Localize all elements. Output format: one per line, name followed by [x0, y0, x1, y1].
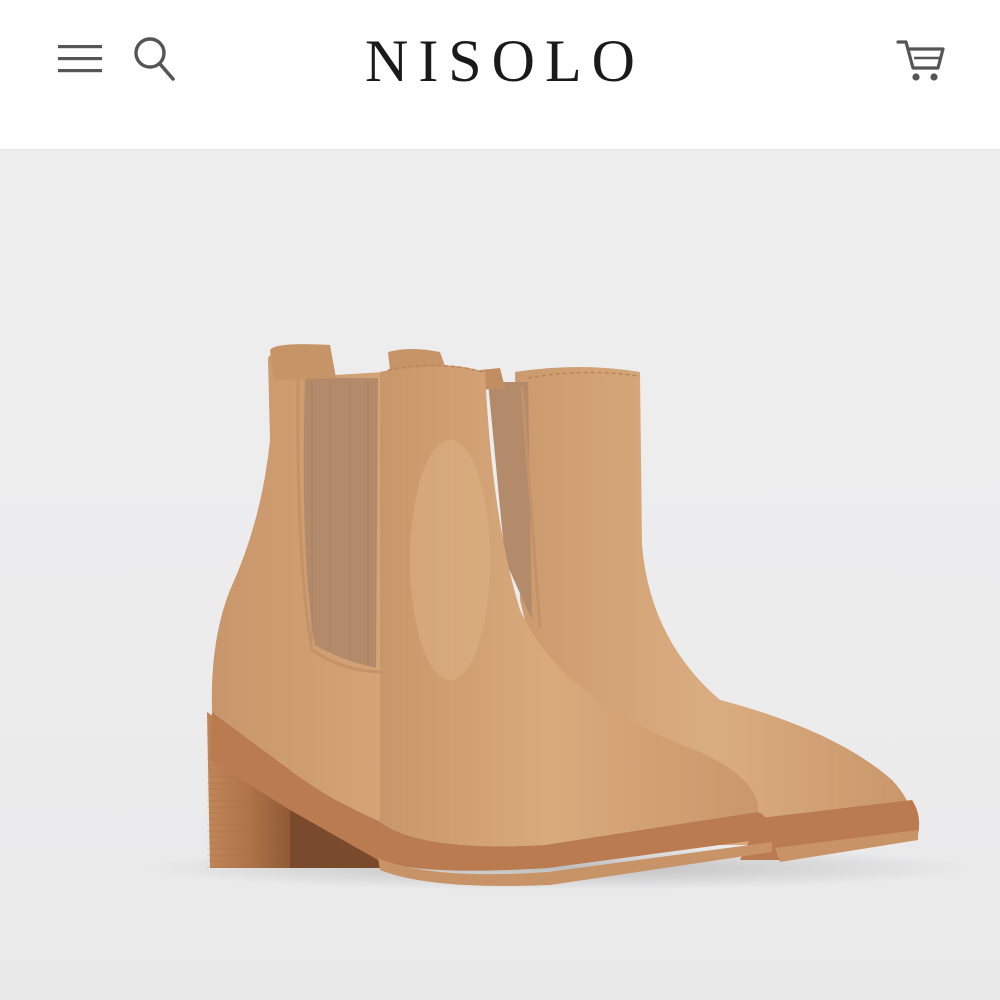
cart-button[interactable]	[890, 32, 952, 88]
brand-logo[interactable]: NISOLO	[0, 26, 1000, 96]
product-hero	[0, 150, 1000, 1000]
site-header: NISOLO	[0, 0, 1000, 150]
left-boot	[207, 344, 772, 886]
product-image-chelsea-boots[interactable]	[0, 150, 1000, 1000]
shopping-cart-icon	[896, 40, 945, 81]
